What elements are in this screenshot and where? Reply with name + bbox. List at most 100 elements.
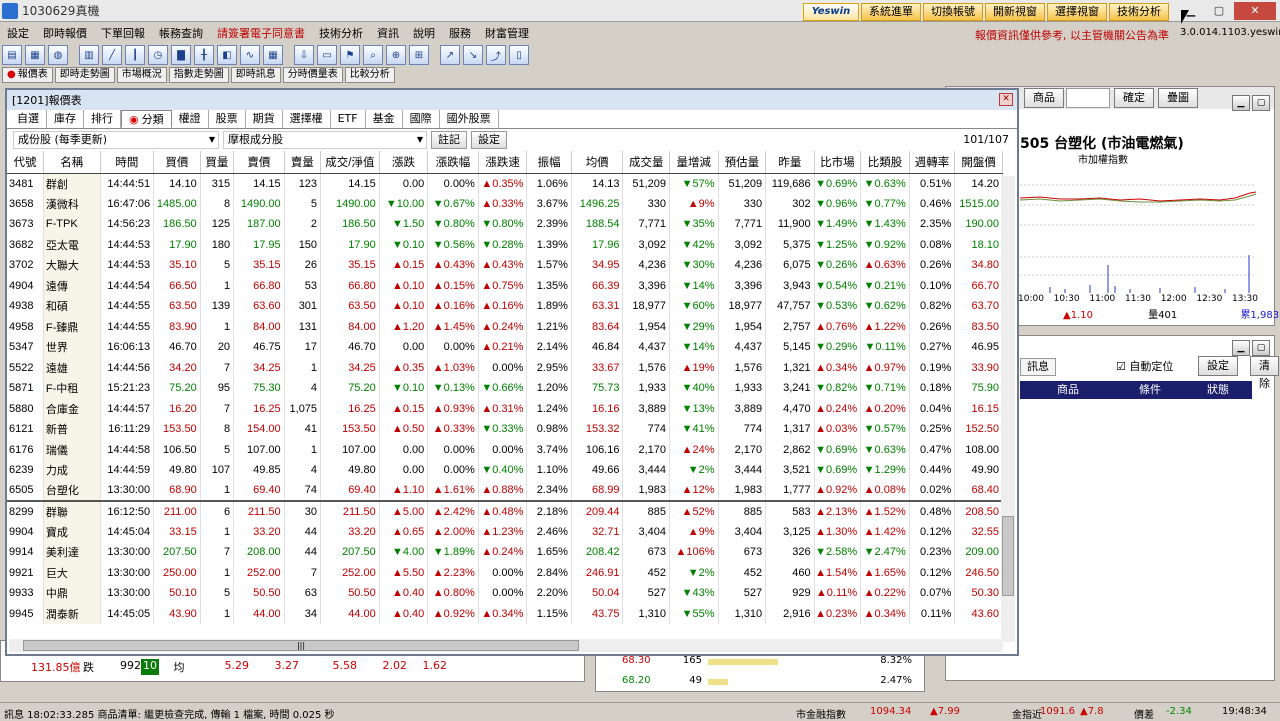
column-header[interactable]: 量增減 [669, 151, 719, 174]
panel-minimize-icon[interactable]: ▁ [1232, 95, 1250, 111]
nav-quote-table[interactable]: ● 報價表 [2, 67, 53, 83]
bar-chart-icon[interactable]: ▇ [171, 45, 191, 65]
tab-international[interactable]: 國際 [403, 110, 440, 128]
column-header[interactable]: 週轉率 [909, 151, 956, 174]
download-icon[interactable]: ⇩ [294, 45, 314, 65]
menu-settings[interactable]: 設定 [0, 25, 36, 41]
menu-quote[interactable]: 即時報價 [36, 25, 94, 41]
column-header[interactable]: 漲跌幅 [427, 151, 479, 174]
column-header[interactable]: 漲跌 [379, 151, 429, 174]
column-header[interactable]: 昨量 [765, 151, 815, 174]
tab-watchlist[interactable]: 自選 [10, 110, 47, 128]
scroll-thumb[interactable] [1002, 516, 1014, 596]
table-row[interactable]: 5347 世界 16:06:13 46.70 20 46.75 17 46.70 0.00 0.0… [7, 337, 1003, 358]
vertical-scrollbar[interactable] [1001, 176, 1015, 642]
horizontal-scrollbar[interactable]: ||| [9, 639, 1003, 652]
candle-icon[interactable]: ╂ [194, 45, 214, 65]
tab-category[interactable]: ◉ 分類 [121, 110, 172, 128]
column-header[interactable]: 開盤價 [954, 151, 1003, 174]
zoom-icon[interactable]: ⊕ [386, 45, 406, 65]
tab-fund[interactable]: 基金 [366, 110, 403, 128]
doc-icon[interactable]: ▦ [25, 45, 45, 65]
column-header[interactable]: 名稱 [43, 151, 101, 174]
table-row[interactable]: 6239 力成 14:44:59 49.80 107 49.85 4 49.80 0.00 0.0… [7, 460, 1003, 481]
search-icon[interactable]: ⌕ [363, 45, 383, 65]
tab-info[interactable]: 訊息 [1020, 358, 1056, 376]
alert-clear-button[interactable]: 清除 [1250, 356, 1279, 390]
column-header[interactable]: 均價 [571, 151, 624, 174]
open-icon[interactable]: ▤ [2, 45, 22, 65]
table-row[interactable]: 8299 群聯 16:12:50 211.00 6 211.50 30 211.50 ▲5.00… [7, 500, 1003, 522]
menu-tech[interactable]: 技術分析 [312, 25, 370, 41]
tab-ranking[interactable]: 排行 [84, 110, 121, 128]
column-header[interactable]: 代號 [7, 151, 44, 174]
filter-icon[interactable]: ⊞ [409, 45, 429, 65]
product-button[interactable]: 商品 [1024, 88, 1064, 108]
table-row[interactable]: 9914 美利達 13:30:00 207.50 7 208.00 44 207.50 ▼4.0… [7, 542, 1003, 563]
line-chart-icon[interactable]: ╱ [102, 45, 122, 65]
menu-account[interactable]: 帳務查詢 [152, 25, 210, 41]
filter-select-2[interactable]: 摩根成分股 ▼ [223, 131, 427, 149]
column-header[interactable]: 漲跌速 [478, 151, 528, 174]
nav-market[interactable]: 市場概況 [116, 67, 167, 83]
confirm-button[interactable]: 確定 [1114, 88, 1154, 108]
column-header[interactable]: 買價 [153, 151, 201, 174]
quote-table-icon[interactable]: ▥ [79, 45, 99, 65]
nav-realtime-chart[interactable]: 即時走勢圖 [54, 67, 115, 83]
close-icon[interactable]: ✕ [999, 93, 1013, 106]
panel-maximize-icon[interactable]: ▢ [1252, 95, 1270, 111]
menu-order[interactable]: 下單回報 [94, 25, 152, 41]
table-row[interactable]: 3658 漢微科 16:47:06 1485.00 8 1490.00 5 1490.00 ▼1… [7, 193, 1003, 214]
panel2-maximize-icon[interactable]: ▢ [1252, 340, 1270, 356]
table-row[interactable]: 6505 台塑化 13:30:00 68.90 1 69.40 74 69.40 ▲1.10 ▲1… [7, 480, 1003, 501]
globe-icon[interactable]: ◍ [48, 45, 68, 65]
table-row[interactable]: 6176 瑞儀 14:44:58 106.50 5 107.00 1 107.00 0.00 0.… [7, 439, 1003, 460]
close-icon[interactable]: ✕ [1234, 2, 1276, 20]
tab-futures[interactable]: 期貨 [246, 110, 283, 128]
menu-sign-agreement[interactable]: 請簽署電子同意書 [210, 25, 312, 41]
table-row[interactable]: 3673 F-TPK 14:56:23 186.50 125 187.00 2 186.50 ▼… [7, 214, 1003, 235]
auto-position-checkbox[interactable]: ☑ 自動定位 [1116, 358, 1173, 374]
panel2-minimize-icon[interactable]: ▁ [1232, 340, 1250, 356]
table-row[interactable]: 4958 F-臻鼎 14:44:55 83.90 1 84.00 131 84.00 ▲1.20… [7, 316, 1003, 337]
column-header[interactable]: 預估量 [718, 151, 767, 174]
menu-info[interactable]: 資訊 [370, 25, 406, 41]
k-chart-icon[interactable]: ┃ [125, 45, 145, 65]
product-input[interactable] [1066, 88, 1110, 108]
table-row[interactable]: 5522 遠雄 14:44:56 34.20 7 34.25 1 34.25 ▲0.35 ▲1.0… [7, 357, 1003, 378]
filter-select-1[interactable]: 成份股 (每季更新) ▼ [13, 131, 219, 149]
table-row[interactable]: 9933 中鼎 13:30:00 50.10 5 50.50 63 50.50 ▲0.40 ▲0.… [7, 583, 1003, 604]
maximize-icon[interactable]: ▢ [1206, 2, 1232, 20]
table-row[interactable]: 3481 群創 14:44:51 14.10 315 14.15 123 14.15 0.00 0… [7, 173, 1003, 194]
column-header[interactable]: 比類股 [860, 151, 910, 174]
table-row[interactable]: 4938 和碩 14:44:55 63.50 139 63.60 301 63.50 ▲0.10… [7, 296, 1003, 317]
table-row[interactable]: 9904 寶成 14:45:04 33.15 1 33.20 44 33.20 ▲0.65 ▲2.… [7, 521, 1003, 542]
tab-warrant[interactable]: 權證 [172, 110, 209, 128]
chart-scan-icon[interactable]: ⤴ [486, 45, 506, 65]
tab-options[interactable]: 選擇權 [283, 110, 331, 128]
quick-btn-switch[interactable]: 切換帳號 [923, 3, 983, 21]
compare-icon[interactable]: ◧ [217, 45, 237, 65]
folder-icon[interactable]: ▭ [317, 45, 337, 65]
tab-inventory[interactable]: 庫存 [47, 110, 84, 128]
column-header[interactable]: 成交/淨值 [320, 151, 380, 174]
overlay-button[interactable]: 疊圖 [1158, 88, 1198, 108]
quick-btn-tech[interactable]: 技術分析 [1109, 3, 1169, 21]
nav-news[interactable]: 即時訊息 [230, 67, 281, 83]
clock-icon[interactable]: ◷ [148, 45, 168, 65]
menu-help[interactable]: 說明 [406, 25, 442, 41]
column-header[interactable]: 時間 [100, 151, 155, 174]
signal-icon[interactable]: ↗ [440, 45, 460, 65]
mobile-icon[interactable]: ▯ [509, 45, 529, 65]
column-header[interactable]: 賣量 [284, 151, 322, 174]
table-row[interactable]: 6121 新普 16:11:29 153.50 8 154.00 41 153.50 ▲0.50… [7, 419, 1003, 440]
quick-btn-order[interactable]: 系統進單 [861, 3, 921, 21]
tab-stock[interactable]: 股票 [209, 110, 246, 128]
nav-index-chart[interactable]: 指數走勢圖 [168, 67, 229, 83]
yeswin-logo[interactable]: Yeswin [803, 3, 859, 21]
grid-icon[interactable]: ▦ [263, 45, 283, 65]
alert-icon[interactable]: ⚑ [340, 45, 360, 65]
trend-icon[interactable]: ∿ [240, 45, 260, 65]
table-row[interactable]: 5871 F-中租 15:21:23 75.20 95 75.30 4 75.20 ▼0.10 ▼… [7, 378, 1003, 399]
quick-btn-selectwin[interactable]: 選擇視窗 [1047, 3, 1107, 21]
